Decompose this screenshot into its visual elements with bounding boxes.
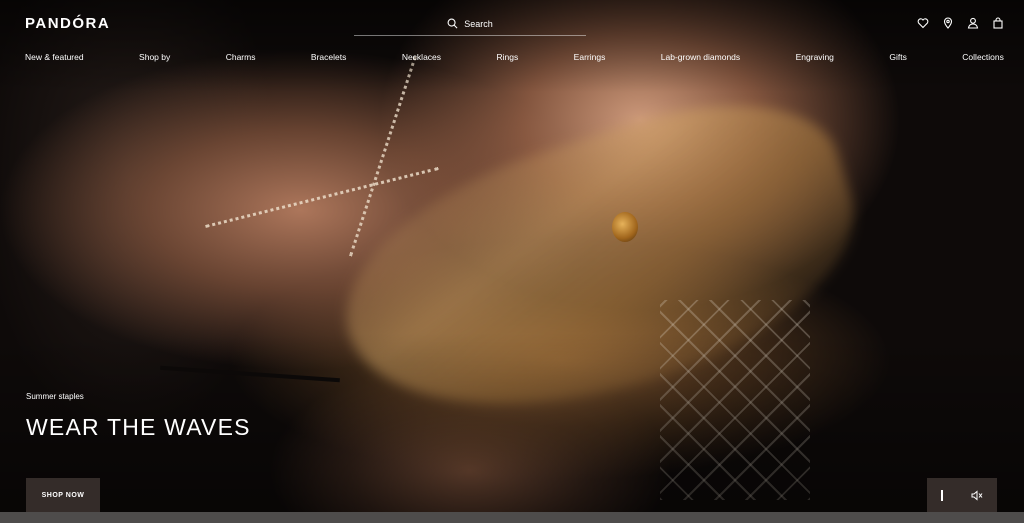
pause-icon[interactable] bbox=[941, 489, 943, 501]
user-icon bbox=[967, 17, 979, 29]
nav-item-shop-by[interactable]: Shop by bbox=[139, 52, 170, 62]
hero-headline: WEAR THE WAVES bbox=[26, 414, 251, 440]
heart-icon bbox=[917, 18, 929, 29]
nav-item-necklaces[interactable]: Necklaces bbox=[402, 52, 441, 62]
location-pin-icon bbox=[943, 17, 953, 29]
nav-item-rings[interactable]: Rings bbox=[496, 52, 518, 62]
search-field[interactable]: Search bbox=[354, 12, 586, 36]
nav-item-earrings[interactable]: Earrings bbox=[574, 52, 606, 62]
mute-icon bbox=[971, 489, 983, 501]
nav-item-bracelets[interactable]: Bracelets bbox=[311, 52, 346, 62]
store-locator-button[interactable] bbox=[942, 17, 954, 29]
nav-item-gifts[interactable]: Gifts bbox=[889, 52, 906, 62]
shopping-bag-icon bbox=[993, 17, 1003, 29]
mute-button[interactable] bbox=[971, 489, 983, 501]
nav-item-collections[interactable]: Collections bbox=[962, 52, 1004, 62]
account-button[interactable] bbox=[967, 17, 979, 29]
nav-item-engraving[interactable]: Engraving bbox=[796, 52, 834, 62]
horizontal-scrollbar[interactable] bbox=[0, 512, 1024, 523]
nav-item-lab-grown-diamonds[interactable]: Lab-grown diamonds bbox=[661, 52, 740, 62]
wishlist-button[interactable] bbox=[917, 17, 929, 29]
video-controls bbox=[927, 478, 997, 512]
shop-now-button[interactable]: SHOP NOW bbox=[26, 478, 100, 512]
nav-item-new-featured[interactable]: New & featured bbox=[25, 52, 84, 62]
hero-eyebrow: Summer staples bbox=[26, 392, 84, 401]
header-actions bbox=[917, 17, 1004, 29]
brand-logo[interactable]: PANDÓRA bbox=[25, 15, 110, 32]
main-navigation: New & featured Shop by Charms Bracelets … bbox=[25, 50, 1004, 64]
bag-button[interactable] bbox=[992, 17, 1004, 29]
search-icon bbox=[447, 18, 458, 29]
search-placeholder: Search bbox=[464, 18, 493, 29]
nav-item-charms[interactable]: Charms bbox=[226, 52, 256, 62]
